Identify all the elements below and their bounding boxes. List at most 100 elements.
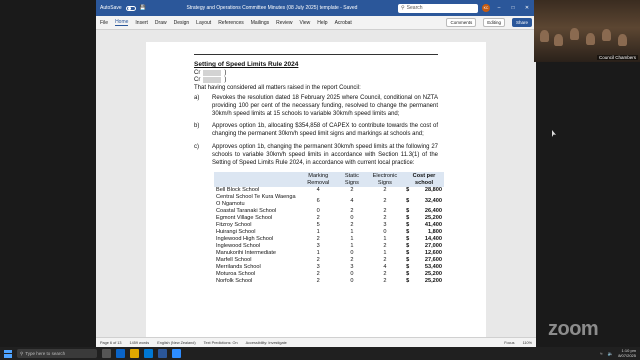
word-count[interactable]: 1459 words	[130, 341, 150, 345]
school-name: Egmont Village School	[216, 215, 273, 222]
cost-cell: 12,600	[424, 250, 442, 257]
school-name: Moturoa School	[216, 271, 256, 278]
bracket: )	[224, 69, 227, 76]
comments-button[interactable]: Comments	[446, 18, 477, 27]
static-signs-cell: 0	[350, 250, 354, 257]
currency-cell: $	[406, 250, 410, 257]
save-icon[interactable]: 💾	[140, 5, 146, 11]
table-row: Egmont Village School 2 0 2 $25,200	[214, 215, 444, 222]
volume-icon[interactable]: 🔈	[608, 351, 614, 357]
electronic-signs-cell: 2	[383, 187, 387, 194]
clock-date: 8/07/2025	[618, 352, 636, 358]
cost-cell: 27,600	[424, 257, 442, 264]
electronic-signs-cell: 2	[383, 257, 387, 264]
tab-design[interactable]: Design	[174, 20, 190, 26]
table-body: Bell Block School 4 2 2 $28,800 Central Schoo…	[214, 187, 444, 285]
title-bar: AutoSave 💾 Strategy and Operations Commi…	[96, 0, 536, 16]
currency-cell: $	[406, 257, 410, 264]
seconder-line: Cr )	[194, 76, 438, 83]
tab-references[interactable]: References	[218, 20, 244, 26]
static-signs-cell: 4	[350, 197, 354, 204]
item-label: c)	[194, 143, 199, 150]
ruler-area	[96, 30, 536, 42]
currency-cell: $	[406, 278, 410, 285]
cost-cell: 26,400	[424, 208, 442, 215]
school-name: Inglewood High School	[216, 236, 274, 243]
cost-cell: 14,400	[424, 236, 442, 243]
electronic-signs-cell: 2	[383, 243, 387, 250]
school-name: Central School Te Kura Waenga O Ngamotu	[216, 194, 296, 208]
taskbar-search[interactable]: ⚲ Type here to search	[17, 349, 97, 358]
static-signs-cell: 1	[350, 229, 354, 236]
outlook-icon[interactable]	[144, 349, 153, 358]
school-name: Norfolk School	[216, 278, 253, 285]
tab-file[interactable]: File	[100, 20, 108, 26]
item-text: Approves option 1b, allocating $354,858 …	[212, 123, 438, 138]
edge-icon[interactable]	[116, 349, 125, 358]
school-name: Fitzroy School	[216, 222, 252, 229]
static-signs-cell: 0	[350, 215, 354, 222]
word-icon[interactable]	[158, 349, 167, 358]
marking-removal-cell: 6	[316, 197, 320, 204]
windows-start-icon[interactable]	[4, 349, 12, 358]
zoom-logo: zoom	[548, 318, 599, 340]
focus-button[interactable]: Focus	[504, 341, 514, 345]
tab-draw[interactable]: Draw	[155, 20, 167, 26]
item-label: b)	[194, 123, 200, 130]
tab-insert[interactable]: Insert	[135, 20, 148, 26]
currency-cell: $	[406, 271, 410, 278]
tab-view[interactable]: View	[300, 20, 311, 26]
tab-layout[interactable]: Layout	[196, 20, 211, 26]
school-name: Huirangi School	[216, 229, 256, 236]
currency-cell: $	[406, 197, 410, 204]
cost-cell: 25,200	[424, 278, 442, 285]
marking-removal-cell: 4	[316, 187, 320, 194]
marking-removal-cell: 0	[316, 208, 320, 215]
tab-home[interactable]: Home	[115, 19, 129, 26]
schools-cost-table: Marking Removal Static Signs Electronic …	[214, 172, 444, 285]
network-icon[interactable]: ≈	[600, 351, 602, 356]
static-signs-cell: 0	[350, 278, 354, 285]
tab-acrobat[interactable]: Acrobat	[335, 20, 352, 26]
maximize-icon[interactable]: □	[508, 5, 518, 11]
tab-review[interactable]: Review	[276, 20, 292, 26]
electronic-signs-cell: 1	[383, 250, 387, 257]
editing-button[interactable]: Editing	[483, 18, 505, 27]
tab-mailings[interactable]: Mailings	[251, 20, 269, 26]
header-marking-removal: Marking Removal	[298, 172, 338, 188]
autosave-toggle[interactable]	[125, 5, 136, 11]
language[interactable]: English (New Zealand)	[157, 341, 195, 345]
file-explorer-icon[interactable]	[130, 349, 139, 358]
marking-removal-cell: 2	[316, 236, 320, 243]
task-view-icon[interactable]	[102, 349, 111, 358]
mover-label: Cr	[194, 69, 201, 76]
cost-cell: 1,800	[428, 229, 442, 236]
close-icon[interactable]: ✕	[522, 5, 532, 11]
zoom-level[interactable]: 110%	[523, 341, 532, 345]
attendee	[618, 34, 627, 46]
text-predictions[interactable]: Text Predictions: On	[204, 341, 238, 345]
school-name: Marfell School	[216, 257, 252, 264]
static-signs-cell: 2	[350, 187, 354, 194]
share-button[interactable]: Share	[511, 18, 532, 27]
document-page[interactable]: Setting of Speed Limits Rule 2024 Cr ) C…	[146, 42, 486, 342]
zoom-app-icon[interactable]	[172, 349, 181, 358]
accessibility[interactable]: Accessibility: Investigate	[246, 341, 287, 345]
page-count[interactable]: Page 6 of 13	[100, 341, 122, 345]
mouse-cursor-icon	[552, 130, 556, 137]
clock[interactable]: 1:10 pm 8/07/2025	[618, 348, 636, 358]
status-bar: Page 6 of 13 1459 words English (New Zea…	[96, 337, 536, 347]
currency-cell: $	[406, 243, 410, 250]
minimize-icon[interactable]: –	[494, 5, 504, 11]
header-school	[214, 172, 299, 188]
static-signs-cell: 2	[350, 257, 354, 264]
cost-cell: 28,800	[424, 187, 442, 194]
resolution-item-b: b) Approves option 1b, allocating $354,8…	[194, 123, 438, 139]
currency-cell: $	[406, 229, 410, 236]
tab-help[interactable]: Help	[317, 20, 327, 26]
table-row: Marfell School 2 2 2 $27,600	[214, 257, 444, 264]
item-label: a)	[194, 95, 200, 101]
avatar[interactable]: KC	[482, 4, 490, 12]
search-box[interactable]: ⚲ Search	[398, 3, 478, 13]
document-title: Strategy and Operations Committee Minute…	[186, 5, 358, 11]
